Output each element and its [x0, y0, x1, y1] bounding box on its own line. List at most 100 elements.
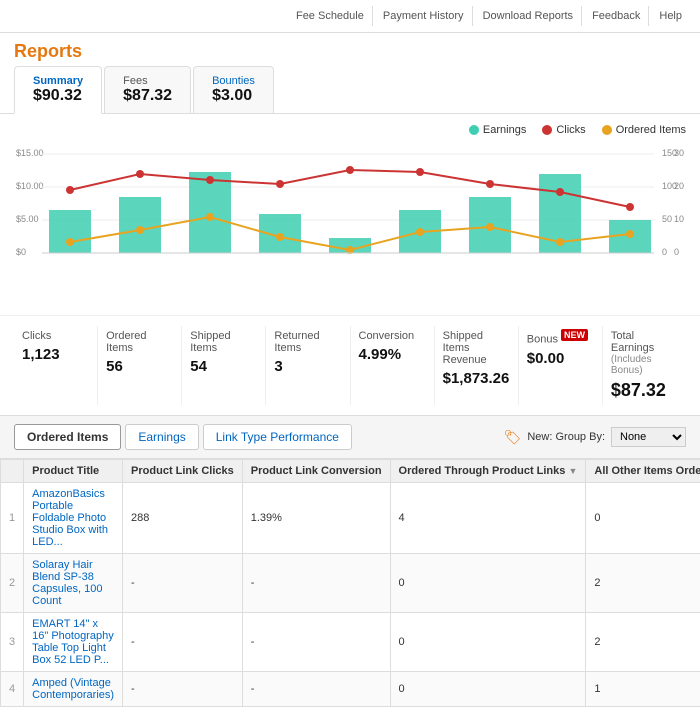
tab-earnings[interactable]: Earnings — [125, 424, 198, 450]
data-table-container: Product Title Product Link Clicks Produc… — [0, 459, 700, 707]
tab-summary-label: Summary — [33, 75, 83, 87]
tab-summary-value: $90.32 — [33, 87, 83, 105]
svg-text:$0: $0 — [16, 247, 26, 257]
stats-row: Clicks 1,123 Ordered Items 56 Shipped It… — [0, 316, 700, 416]
stat-ordered-label: Ordered Items — [106, 330, 173, 354]
col-link-conversion: Product Link Conversion — [242, 460, 390, 483]
svg-text:0: 0 — [674, 247, 679, 257]
data-table: Product Title Product Link Clicks Produc… — [0, 459, 700, 707]
row-title: EMART 14" x 16" Photography Table Top Li… — [24, 613, 123, 672]
row-conversion: 1.39% — [242, 483, 390, 554]
stat-revenue-label: Shipped Items Revenue — [443, 330, 510, 366]
nav-fee-schedule[interactable]: Fee Schedule — [288, 6, 373, 26]
svg-text:50: 50 — [662, 214, 672, 224]
legend-ordered: Ordered Items — [602, 124, 686, 136]
row-num: 3 — [1, 613, 24, 672]
tab-ordered-items[interactable]: Ordered Items — [14, 424, 121, 450]
col-other-label: All Other Items Ordered — [594, 465, 700, 477]
row-ordered-through: 0 — [390, 672, 586, 707]
tab-link-type-performance[interactable]: Link Type Performance — [203, 424, 352, 450]
tab-summary[interactable]: Summary $90.32 — [14, 66, 102, 114]
stat-clicks: Clicks 1,123 — [14, 326, 98, 405]
row-ordered-through: 4 — [390, 483, 586, 554]
row-clicks: - — [123, 613, 243, 672]
svg-text:0: 0 — [662, 247, 667, 257]
stat-bonus-value: $0.00 — [527, 350, 594, 367]
chart-svg: $15.00 $10.00 $5.00 $0 150 100 50 0 30 2… — [14, 142, 686, 302]
chart-area: Earnings Clicks Ordered Items $15.00 $10… — [0, 114, 700, 316]
legend-clicks-label: Clicks — [556, 124, 585, 136]
tab-fees-label: Fees — [123, 75, 172, 87]
stat-conversion-label: Conversion — [359, 330, 426, 342]
row-conversion: - — [242, 554, 390, 613]
stat-returned-label: Returned Items — [274, 330, 341, 354]
row-num: 2 — [1, 554, 24, 613]
svg-text:10: 10 — [674, 214, 684, 224]
group-by-label: New: Group By: — [527, 431, 605, 443]
svg-text:20: 20 — [674, 181, 684, 191]
table-row: 4 Amped (Vintage Contemporaries) - - 0 1… — [1, 672, 700, 707]
tab-bounties-value: $3.00 — [212, 87, 255, 105]
group-by-select[interactable]: None Tag Category — [611, 427, 686, 447]
stat-total-label: Total Earnings (Includes Bonus) — [611, 330, 678, 376]
product-link[interactable]: Amped (Vintage Contemporaries) — [32, 677, 114, 701]
col-ordered-through-label: Ordered Through Product Links — [399, 465, 566, 477]
product-link[interactable]: Solaray Hair Blend SP-38 Capsules, 100 C… — [32, 559, 102, 607]
row-num: 4 — [1, 672, 24, 707]
ordered-dot — [602, 125, 612, 135]
stat-shipped-value: 54 — [190, 358, 257, 375]
col-ordered-through[interactable]: Ordered Through Product Links ▼ — [390, 460, 586, 483]
nav-download-reports[interactable]: Download Reports — [475, 6, 583, 26]
sort-ordered-icon: ▼ — [568, 466, 577, 476]
tab-fees[interactable]: Fees $87.32 — [104, 66, 191, 113]
stat-conversion-value: 4.99% — [359, 346, 426, 363]
row-other-items: 2 — [586, 613, 700, 672]
page-title: Reports — [0, 33, 700, 66]
table-row: 3 EMART 14" x 16" Photography Table Top … — [1, 613, 700, 672]
earnings-dot — [469, 125, 479, 135]
row-other-items: 0 — [586, 483, 700, 554]
col-link-clicks: Product Link Clicks — [123, 460, 243, 483]
tab-bounties[interactable]: Bounties $3.00 — [193, 66, 274, 113]
stat-revenue-value: $1,873.26 — [443, 370, 510, 387]
nav-help[interactable]: Help — [651, 6, 690, 26]
stat-shipped-items: Shipped Items 54 — [182, 326, 266, 405]
stat-returned-value: 3 — [274, 358, 341, 375]
table-row: 1 AmazonBasics Portable Foldable Photo S… — [1, 483, 700, 554]
col-all-other-items[interactable]: All Other Items Ordered ▼ — [586, 460, 700, 483]
svg-text:$15.00: $15.00 — [16, 148, 44, 158]
stat-total-sublabel: (Includes Bonus) — [611, 354, 678, 376]
svg-text:$5.00: $5.00 — [16, 214, 39, 224]
group-by-control: 🏷 New: Group By: None Tag Category — [504, 427, 686, 447]
row-num: 1 — [1, 483, 24, 554]
legend-earnings: Earnings — [469, 124, 526, 136]
product-link[interactable]: EMART 14" x 16" Photography Table Top Li… — [32, 618, 114, 666]
clicks-dot — [542, 125, 552, 135]
top-nav: Fee Schedule Payment History Download Re… — [0, 0, 700, 33]
stat-conversion: Conversion 4.99% — [351, 326, 435, 405]
bonus-new-badge: NEW — [561, 329, 588, 341]
summary-tabs: Summary $90.32 Fees $87.32 Bounties $3.0… — [0, 66, 700, 114]
nav-payment-history[interactable]: Payment History — [375, 6, 473, 26]
tab-fees-value: $87.32 — [123, 87, 172, 105]
row-conversion: - — [242, 613, 390, 672]
legend-clicks: Clicks — [542, 124, 585, 136]
row-clicks: 288 — [123, 483, 243, 554]
stat-total-earnings: Total Earnings (Includes Bonus) $87.32 — [603, 326, 686, 405]
row-ordered-through: 0 — [390, 554, 586, 613]
legend-earnings-label: Earnings — [483, 124, 526, 136]
stat-shipped-revenue: Shipped Items Revenue $1,873.26 — [435, 326, 519, 405]
col-product-title: Product Title — [24, 460, 123, 483]
stat-clicks-label: Clicks — [22, 330, 89, 342]
stat-clicks-value: 1,123 — [22, 346, 89, 363]
col-num — [1, 460, 24, 483]
row-other-items: 2 — [586, 554, 700, 613]
row-other-items: 1 — [586, 672, 700, 707]
stat-returned-items: Returned Items 3 — [266, 326, 350, 405]
nav-feedback[interactable]: Feedback — [584, 6, 649, 26]
product-link[interactable]: AmazonBasics Portable Foldable Photo Stu… — [32, 488, 108, 548]
stat-total-value: $87.32 — [611, 380, 678, 401]
row-conversion: - — [242, 672, 390, 707]
row-clicks: - — [123, 672, 243, 707]
stat-bonus: Bonus NEW $0.00 — [519, 326, 603, 405]
